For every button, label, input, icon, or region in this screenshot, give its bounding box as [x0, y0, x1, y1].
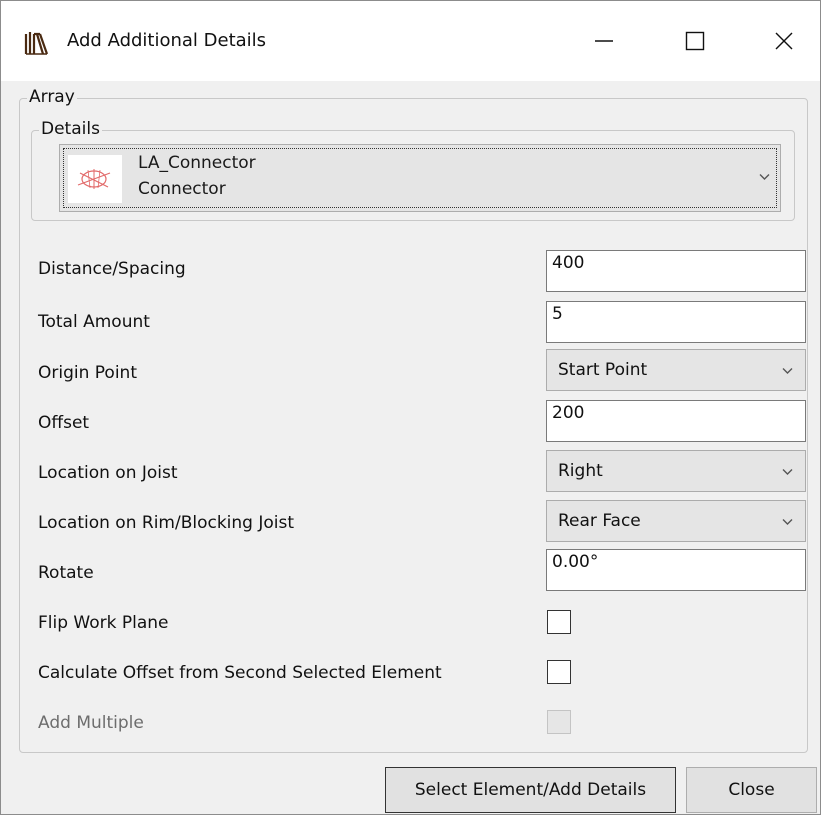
- close-window-button[interactable]: [754, 15, 814, 67]
- details-dropdown[interactable]: LA_Connector Connector: [59, 144, 781, 212]
- add-multiple-checkbox: [547, 710, 571, 734]
- chevron-down-icon: [782, 519, 793, 525]
- app-icon: [23, 31, 49, 55]
- chevron-down-icon: [759, 174, 770, 180]
- connector-thumbnail-icon: [68, 155, 122, 203]
- array-group-legend: Array: [27, 87, 77, 107]
- title-bar[interactable]: Add Additional Details: [1, 1, 820, 81]
- add-multiple-label: Add Multiple: [38, 713, 144, 733]
- origin-point-dropdown[interactable]: Start Point: [546, 349, 806, 391]
- chevron-down-icon: [782, 469, 793, 475]
- maximize-button[interactable]: [665, 15, 725, 67]
- distance-spacing-input[interactable]: 400: [546, 250, 806, 292]
- rotate-input[interactable]: 0.00°: [546, 549, 806, 591]
- distance-spacing-label: Distance/Spacing: [38, 259, 186, 279]
- flip-work-plane-label: Flip Work Plane: [38, 613, 169, 633]
- location-on-rim-dropdown[interactable]: Rear Face: [546, 500, 806, 542]
- location-on-rim-value: Rear Face: [558, 511, 641, 531]
- location-on-joist-value: Right: [558, 461, 603, 481]
- details-group-legend: Details: [39, 119, 102, 139]
- calc-offset-checkbox[interactable]: [547, 660, 571, 684]
- dialog-window: Add Additional Details Array Details LA_…: [0, 0, 821, 815]
- calc-offset-label: Calculate Offset from Second Selected El…: [38, 663, 442, 683]
- details-selected-type: Connector: [138, 179, 226, 199]
- close-icon: [775, 32, 793, 50]
- total-amount-input[interactable]: 5: [546, 301, 806, 343]
- offset-label: Offset: [38, 413, 90, 433]
- close-button[interactable]: Close: [686, 767, 817, 813]
- window-title: Add Additional Details: [67, 30, 267, 51]
- flip-work-plane-checkbox[interactable]: [547, 610, 571, 634]
- location-on-joist-dropdown[interactable]: Right: [546, 450, 806, 492]
- origin-point-value: Start Point: [558, 360, 648, 380]
- select-add-details-button[interactable]: Select Element/Add Details: [385, 767, 676, 813]
- minimize-icon: [595, 40, 613, 42]
- rotate-label: Rotate: [38, 563, 94, 583]
- location-on-joist-label: Location on Joist: [38, 463, 178, 483]
- total-amount-label: Total Amount: [38, 312, 150, 332]
- minimize-button[interactable]: [574, 15, 634, 67]
- maximize-icon: [685, 31, 705, 51]
- details-selected-name: LA_Connector: [138, 153, 256, 173]
- offset-input[interactable]: 200: [546, 400, 806, 442]
- origin-point-label: Origin Point: [38, 363, 137, 383]
- location-on-rim-label: Location on Rim/Blocking Joist: [38, 513, 295, 533]
- chevron-down-icon: [782, 368, 793, 374]
